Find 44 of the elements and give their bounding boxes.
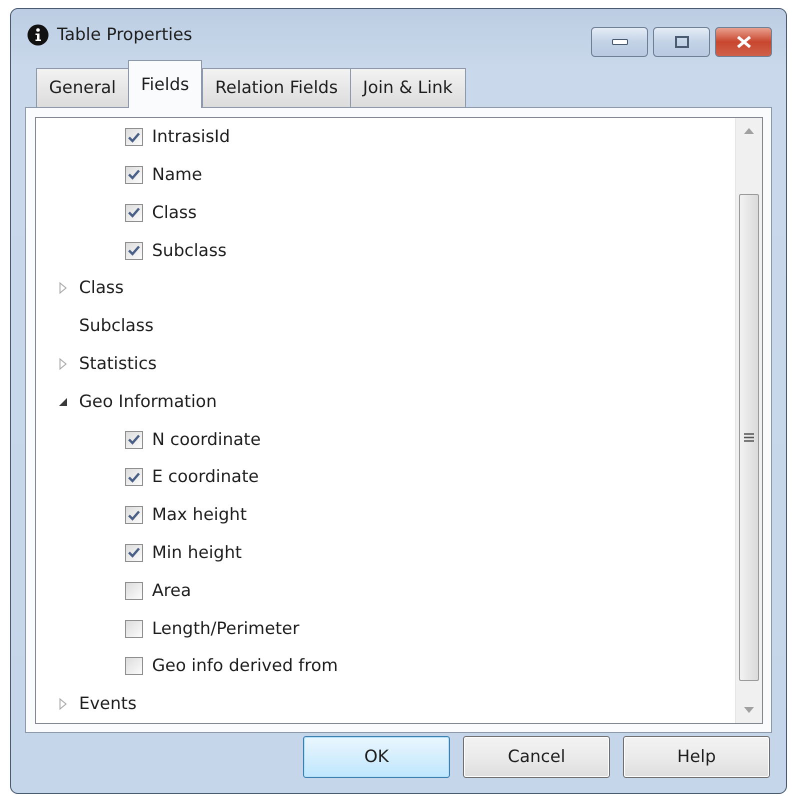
field-label: IntrasisId [152, 127, 230, 148]
group-label[interactable]: Subclass [79, 316, 154, 336]
checkbox[interactable] [125, 544, 143, 562]
checkbox[interactable] [125, 430, 143, 449]
maximize-icon [674, 36, 688, 48]
checkbox[interactable] [125, 657, 143, 676]
field-label: Max height [152, 505, 247, 526]
field-label: Area [152, 580, 192, 601]
checkbox[interactable] [125, 506, 143, 524]
tab[interactable]: Join & Link [350, 68, 466, 108]
checkbox[interactable] [125, 620, 143, 638]
info-icon [27, 24, 49, 46]
checkbox[interactable] [125, 242, 143, 260]
scroll-thumb[interactable] [739, 194, 759, 682]
field-label: Min height [152, 542, 242, 563]
minimize-button[interactable] [591, 27, 648, 57]
checkbox[interactable] [125, 128, 143, 146]
checkbox[interactable] [125, 204, 143, 222]
scrollbar[interactable] [735, 118, 762, 724]
checkbox[interactable] [125, 166, 143, 184]
field-label: Length/Perimeter [152, 618, 300, 639]
group-label[interactable]: Geo Information [79, 392, 217, 412]
tab[interactable]: Fields [128, 60, 202, 108]
field-label: N coordinate [152, 430, 261, 450]
group-label[interactable]: Statistics [79, 354, 157, 374]
dialog-button[interactable]: OK [303, 736, 450, 778]
field-label: Geo info derived from [152, 656, 338, 676]
dialog-button[interactable]: Help [623, 736, 770, 778]
dialog-button[interactable]: Cancel [463, 736, 610, 778]
close-button[interactable] [715, 27, 772, 57]
window-title: Table Properties [57, 24, 194, 45]
field-label: Name [152, 164, 202, 185]
maximize-button[interactable] [653, 27, 710, 57]
field-label: E coordinate [152, 467, 259, 488]
field-label: Subclass [152, 240, 227, 261]
group-label[interactable]: Events [79, 694, 137, 714]
tab[interactable]: Relation Fields [202, 68, 351, 108]
checkbox[interactable] [125, 468, 143, 486]
field-label: Class [152, 202, 197, 223]
minimize-icon [612, 39, 628, 45]
close-icon [736, 35, 752, 49]
group-label[interactable]: Class [79, 278, 124, 298]
checkbox[interactable] [125, 582, 143, 600]
tab[interactable]: General [36, 68, 129, 108]
